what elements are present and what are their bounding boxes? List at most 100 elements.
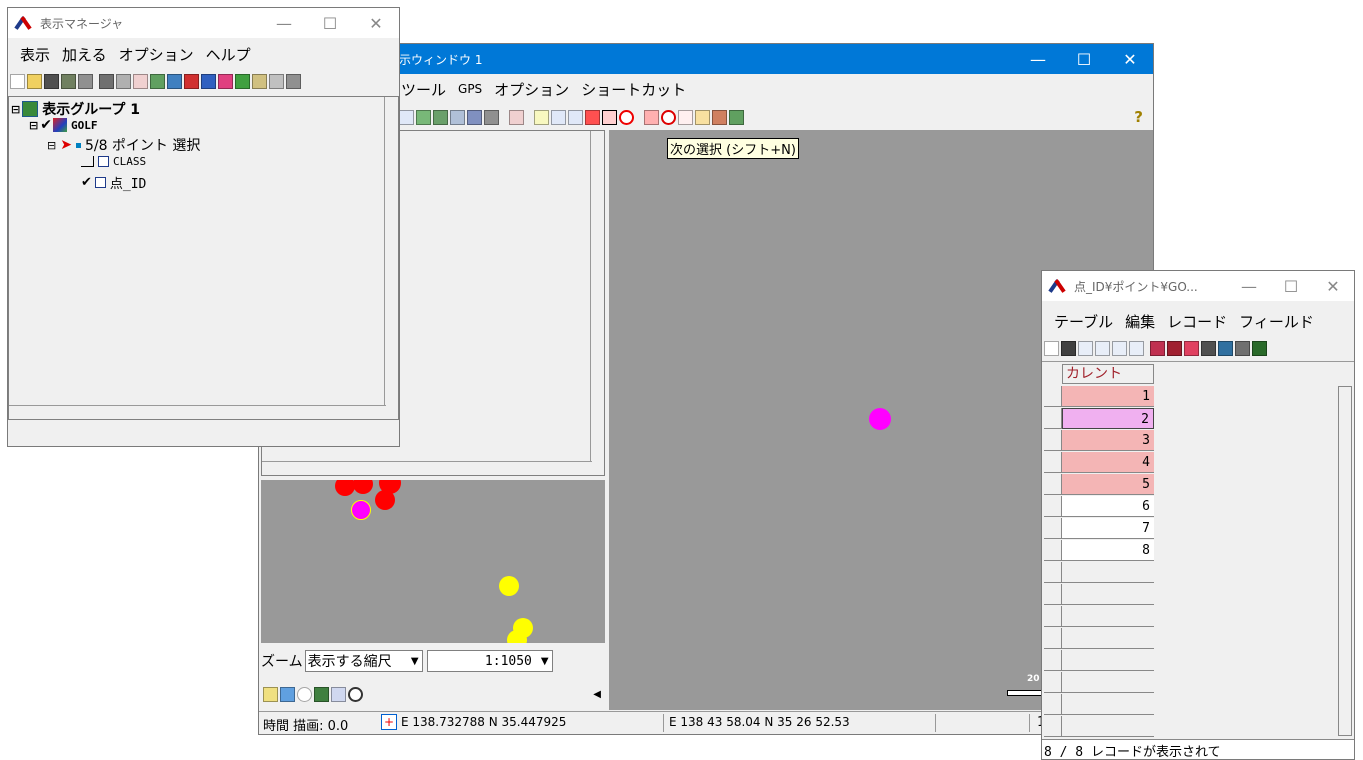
row-checkbox[interactable] [1044,606,1062,627]
next-select-icon[interactable] [602,109,617,125]
maximize-button[interactable]: ☐ [307,8,353,38]
menu-gps[interactable]: GPS [458,82,482,96]
shape-icon[interactable] [218,73,233,89]
collapse-icon[interactable]: ⊟ [29,119,38,132]
unchecked-box[interactable] [81,156,94,167]
save-as-icon[interactable] [61,73,76,89]
tree-hscroll[interactable] [9,405,386,419]
select-add-icon[interactable] [1095,340,1110,356]
select-one-icon[interactable] [1078,340,1093,356]
add-layer-icon[interactable] [133,73,148,89]
pointer-icon[interactable] [678,109,693,125]
zoom-out-icon[interactable] [331,686,346,702]
table-row-cell[interactable]: 1 [1062,386,1154,407]
row-checkbox[interactable] [1044,496,1062,517]
record-number-icon[interactable] [1252,340,1267,356]
vector-icon[interactable] [201,73,216,89]
row-checkbox[interactable] [1044,672,1062,693]
database-icon[interactable] [286,73,301,89]
legend-hscroll[interactable] [262,461,592,475]
raster-icon[interactable] [184,73,199,89]
camera-icon[interactable] [484,109,499,125]
collapse-arrow-icon[interactable]: ◀ [593,689,601,700]
map-icon[interactable] [150,73,165,89]
overview-map[interactable] [261,480,605,643]
chevron-down-icon[interactable]: ▼ [408,656,422,667]
search-icon[interactable] [297,686,312,702]
tree-row-group[interactable]: ⊟ 表示グループ 1 [11,99,140,119]
table-row-cell[interactable]: 6 [1062,496,1154,517]
tree-row-field-id[interactable]: ✔ 点_ID [81,173,146,192]
clear-select-icon[interactable] [619,109,634,125]
menu-record[interactable]: レコード [1167,311,1227,332]
menu-display[interactable]: 表示 [20,44,50,65]
maximize-button[interactable]: ☐ [1061,44,1107,74]
row-checkbox[interactable] [1044,628,1062,649]
layers-icon[interactable] [433,109,448,125]
table-row-cell[interactable] [1062,650,1154,671]
table-window-titlebar[interactable]: 点_ID¥ポイント¥GO... — ☐ ✕ [1042,271,1354,301]
help-icon[interactable]: ? [1134,108,1143,126]
zoom-scale-select[interactable]: 1:1050 ▼ [426,650,553,672]
maximize-button[interactable]: ☐ [1270,271,1312,301]
checkbox-icon[interactable] [1044,340,1059,356]
selected-point[interactable] [869,408,891,430]
column-header-current[interactable]: カレント [1062,364,1154,384]
row-checkbox[interactable] [1044,386,1062,407]
previous-select-icon[interactable] [585,109,600,125]
table-vscroll[interactable] [1338,386,1352,736]
move-record-icon[interactable] [1167,340,1182,356]
new-icon[interactable] [10,73,25,89]
table-row-cell[interactable]: 4 [1062,452,1154,473]
table-row-cell[interactable] [1062,606,1154,627]
menu-help[interactable]: ヘルプ [206,44,251,65]
row-checkbox[interactable] [1044,716,1062,737]
tree-row-layer[interactable]: ⊟ ✔ GOLF [29,117,97,133]
table-row-cell[interactable]: 7 [1062,518,1154,539]
tree-row-field-class[interactable]: CLASS [81,155,146,168]
table-row-cell[interactable] [1062,584,1154,605]
save-icon[interactable] [1201,340,1216,356]
layer-icon[interactable] [99,73,114,89]
save-icon[interactable] [44,73,59,89]
table-row-cell[interactable]: 5 [1062,474,1154,495]
row-checkbox[interactable] [1044,474,1062,495]
zoom-icon[interactable] [661,109,676,125]
new-record-icon[interactable] [1235,340,1250,356]
legend-vscroll[interactable] [590,131,604,461]
add-object-icon[interactable] [509,109,524,125]
row-checkbox[interactable] [1044,452,1062,473]
select-one-icon[interactable] [534,109,549,125]
minimize-button[interactable]: — [261,8,307,38]
row-checkbox[interactable] [1044,518,1062,539]
menu-options[interactable]: オプション [494,79,569,100]
crosshair-icon[interactable]: + [381,714,397,730]
menu-options[interactable]: オプション [119,44,194,65]
table-row-cell[interactable]: 8 [1062,540,1154,561]
delete-icon[interactable] [1061,340,1076,356]
menu-shortcut[interactable]: ショートカット [581,79,686,100]
table-row-cell[interactable]: 3 [1062,430,1154,451]
menu-add[interactable]: 加える [62,44,107,65]
select-remove-icon[interactable] [1112,340,1127,356]
tin-icon[interactable] [235,73,250,89]
collapse-icon[interactable]: ⊟ [11,103,20,116]
close-button[interactable]: ✕ [353,8,399,38]
table-row-cell[interactable] [1062,562,1154,583]
row-checkbox[interactable] [1044,430,1062,451]
image-icon[interactable] [729,109,744,125]
chevron-down-icon[interactable]: ▼ [538,656,552,667]
print-icon[interactable] [78,73,93,89]
menu-edit[interactable]: 編集 [1125,311,1155,332]
menu-tools[interactable]: ツール [401,79,446,100]
table-icon[interactable] [269,73,284,89]
menu-field[interactable]: フィールド [1239,311,1314,332]
edit-icon[interactable] [712,109,727,125]
collapse-icon[interactable]: ⊟ [47,139,56,152]
row-checkbox[interactable] [1044,694,1062,715]
globe-icon[interactable] [450,109,465,125]
minimize-button[interactable]: — [1015,44,1061,74]
checkmark-icon[interactable]: ✔ [40,117,52,133]
pan-icon[interactable] [644,109,659,125]
grid-icon[interactable] [416,109,431,125]
